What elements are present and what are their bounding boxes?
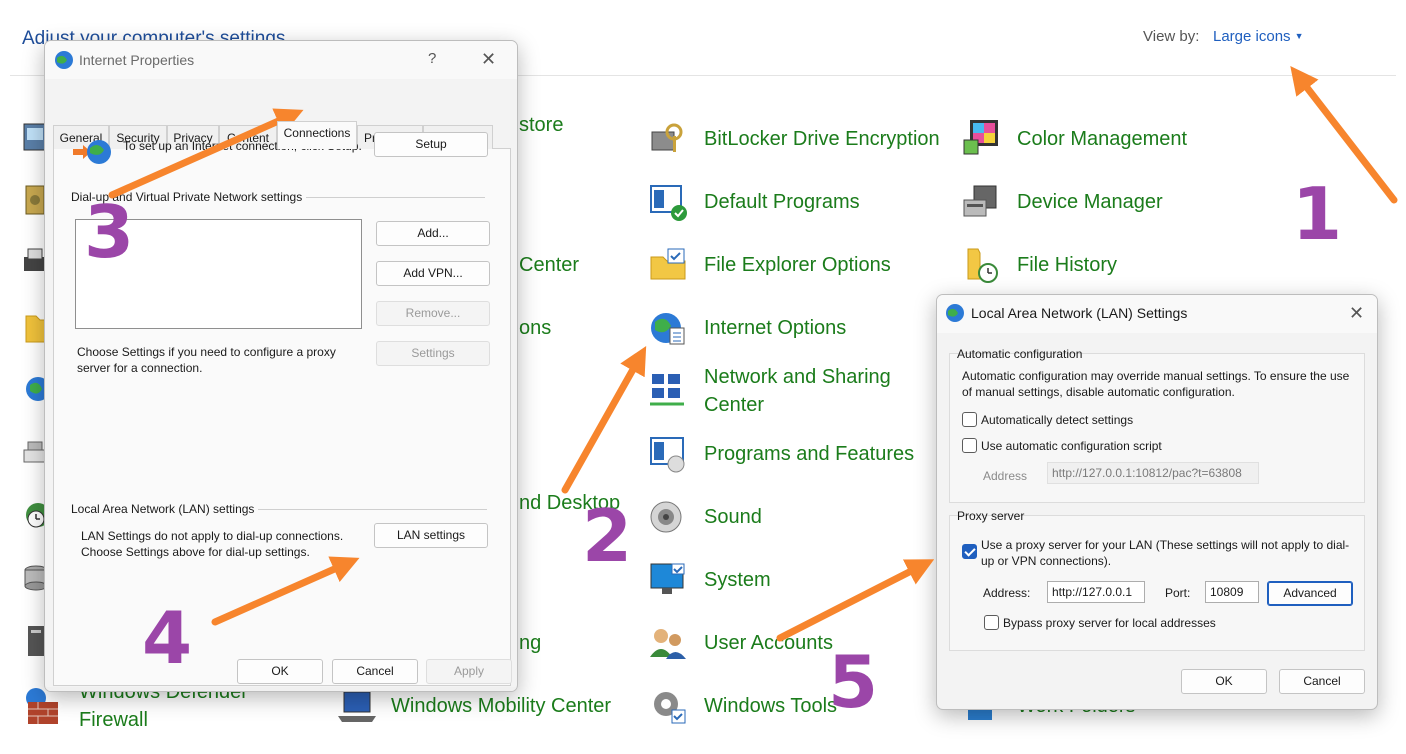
cp-item-partial-2[interactable]: Center	[519, 251, 579, 279]
script-address-label: Address	[983, 469, 1028, 483]
internet-properties-dialog: Internet Properties ? ✕ General Security…	[44, 40, 518, 692]
marker-2: 2	[582, 494, 633, 578]
view-by-value: Large icons	[1213, 28, 1291, 45]
cp-item-file-history[interactable]: File History	[1017, 251, 1117, 279]
automatic-configuration-label: Automatic configuration	[957, 347, 1083, 361]
cp-item-programs-features[interactable]: Programs and Features	[704, 440, 914, 468]
globe-icon[interactable]	[648, 308, 688, 348]
ok-button[interactable]: OK	[1181, 669, 1267, 694]
cp-item-user-accounts[interactable]: User Accounts	[704, 629, 833, 657]
file-history-icon[interactable]	[962, 245, 1002, 285]
lan-settings-dialog: Local Area Network (LAN) Settings ✕ Auto…	[936, 294, 1378, 710]
arrow-5	[776, 559, 935, 642]
dialog-footer	[45, 687, 517, 691]
cp-item-internet-options[interactable]: Internet Options	[704, 314, 846, 342]
view-by-dropdown[interactable]: Large icons ▼	[1213, 28, 1303, 45]
cancel-button[interactable]: Cancel	[1279, 669, 1365, 694]
auto-script-label: Use automatic configuration script	[981, 439, 1162, 453]
cp-item-device-manager[interactable]: Device Manager	[1017, 188, 1163, 216]
folder-options-icon[interactable]	[648, 245, 688, 285]
tab-connections[interactable]: Connections	[277, 121, 357, 149]
connection-wizard-icon	[71, 135, 115, 169]
proxy-port-field[interactable]: 10809	[1205, 581, 1259, 603]
default-programs-icon[interactable]	[648, 182, 688, 222]
monitor-icon[interactable]	[648, 560, 688, 600]
help-button[interactable]: ?	[428, 50, 436, 68]
marker-1: 1	[1292, 172, 1343, 256]
programs-icon[interactable]	[648, 434, 688, 474]
automatic-configuration-description: Automatic configuration may override man…	[962, 369, 1350, 399]
dialog-title: Local Area Network (LAN) Settings	[971, 305, 1188, 321]
add-vpn-button[interactable]: Add VPN...	[376, 261, 490, 286]
marker-3: 3	[84, 190, 135, 274]
view-by-label: View by:	[1143, 28, 1200, 45]
bypass-local-checkbox[interactable]	[984, 615, 999, 630]
lan-description: LAN Settings do not apply to dial-up con…	[81, 529, 344, 559]
script-address-field[interactable]: http://127.0.0.1:10812/pac?t=63808	[1047, 462, 1259, 484]
cp-item-default-programs[interactable]: Default Programs	[704, 188, 860, 216]
gear-icon[interactable]	[648, 686, 688, 726]
add-button[interactable]: Add...	[376, 221, 490, 246]
use-proxy-checkbox[interactable]	[962, 544, 977, 559]
marker-5: 5	[828, 640, 879, 724]
cp-item-file-explorer-options[interactable]: File Explorer Options	[704, 251, 891, 279]
use-proxy-label: Use a proxy server for your LAN (These s…	[981, 538, 1350, 568]
close-button[interactable]: ✕	[481, 50, 496, 68]
lan-group-label: Local Area Network (LAN) settings	[71, 502, 259, 516]
cp-item-partial-1[interactable]: store	[519, 111, 563, 139]
address-label: Address:	[983, 586, 1031, 600]
close-button[interactable]: ✕	[1349, 304, 1364, 322]
laptop-icon[interactable]	[336, 686, 376, 726]
proxy-description: Choose Settings if you need to configure…	[77, 345, 336, 375]
cp-item-color-management[interactable]: Color Management	[1017, 125, 1187, 153]
cp-item-network-sharing[interactable]: Network and Sharing Center	[704, 363, 904, 419]
auto-script-checkbox[interactable]	[962, 438, 977, 453]
globe-icon	[54, 50, 74, 70]
chevron-down-icon: ▼	[1294, 31, 1304, 41]
remove-button[interactable]: Remove...	[376, 301, 490, 326]
dialog-title: Internet Properties	[79, 52, 195, 68]
ok-button[interactable]: OK	[237, 659, 323, 684]
proxy-server-label: Proxy server	[957, 509, 1025, 523]
firewall-icon[interactable]	[22, 686, 62, 726]
port-label: Port:	[1165, 586, 1191, 600]
proxy-address-field[interactable]: http://127.0.0.1	[1047, 581, 1145, 603]
cp-item-bitlocker[interactable]: BitLocker Drive Encryption	[704, 125, 940, 153]
bypass-local-label: Bypass proxy server for local addresses	[1003, 616, 1216, 630]
cp-item-windows-tools[interactable]: Windows Tools	[704, 692, 837, 720]
arrow-2	[561, 346, 647, 494]
bitlocker-icon[interactable]	[648, 118, 688, 158]
speaker-icon[interactable]	[648, 497, 688, 537]
auto-detect-label: Automatically detect settings	[981, 413, 1134, 427]
auto-detect-checkbox[interactable]	[962, 412, 977, 427]
cp-item-sound[interactable]: Sound	[704, 503, 762, 531]
cp-item-partial-3[interactable]: ons	[519, 314, 551, 342]
apply-button[interactable]: Apply	[426, 659, 512, 684]
color-management-icon[interactable]	[962, 118, 1002, 158]
advanced-button[interactable]: Advanced	[1267, 581, 1353, 606]
cp-item-partial-5[interactable]: ng	[519, 629, 541, 657]
marker-4: 4	[142, 596, 193, 680]
cancel-button[interactable]: Cancel	[332, 659, 418, 684]
globe-icon	[945, 303, 965, 323]
lan-settings-button[interactable]: LAN settings	[374, 523, 488, 548]
cp-item-mobility-center[interactable]: Windows Mobility Center	[391, 692, 611, 720]
cp-item-system[interactable]: System	[704, 566, 771, 594]
device-manager-icon[interactable]	[962, 182, 1002, 222]
setup-button[interactable]: Setup	[374, 132, 488, 157]
settings-button[interactable]: Settings	[376, 341, 490, 366]
network-icon[interactable]	[648, 370, 688, 410]
users-icon[interactable]	[648, 623, 688, 663]
